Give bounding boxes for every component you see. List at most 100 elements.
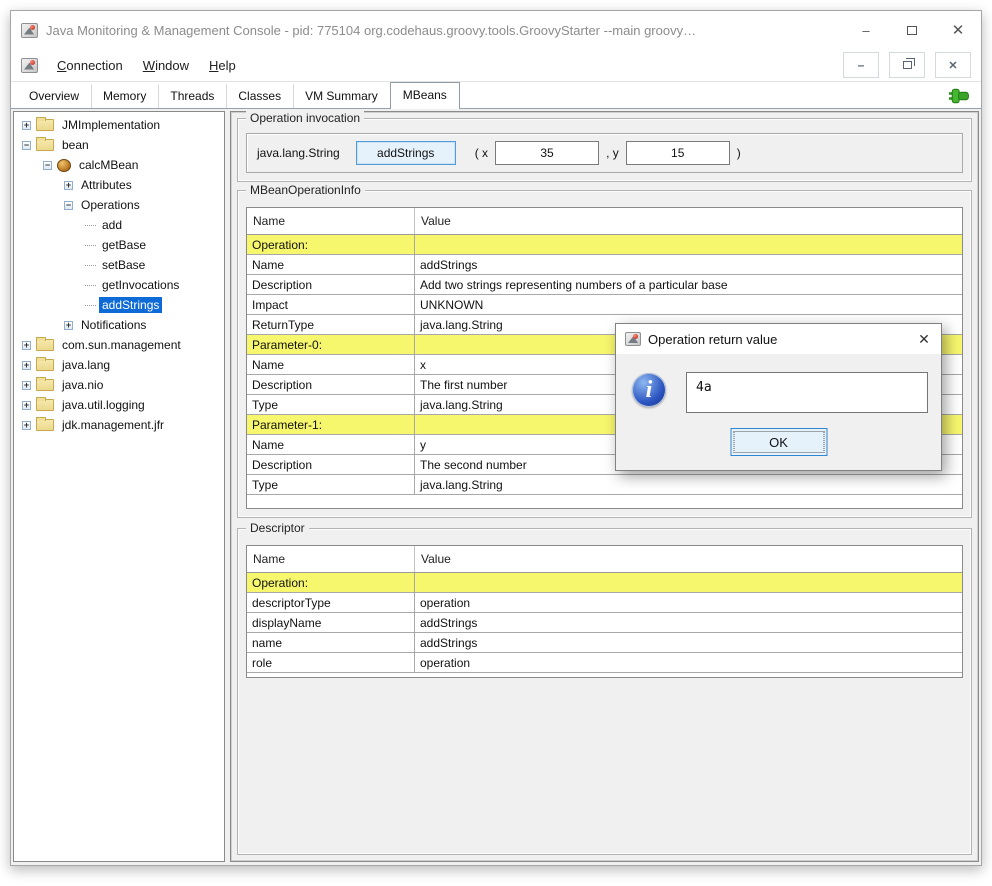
app-icon (21, 23, 38, 38)
column-header-name: Name (247, 546, 415, 572)
table-row[interactable]: nameaddStrings (247, 633, 962, 653)
frame-restore-button[interactable] (889, 52, 925, 78)
tab-threads[interactable]: Threads (158, 84, 226, 108)
cell-name: Description (247, 375, 415, 394)
expand-handle-icon[interactable]: + (22, 341, 31, 350)
tree-item-operations[interactable]: −Operations (14, 195, 224, 215)
collapse-handle-icon[interactable]: − (43, 161, 52, 170)
separator-label: , y (606, 146, 619, 160)
tree-connector-line (85, 285, 96, 286)
expand-handle-icon[interactable]: + (22, 381, 31, 390)
tree-item-calcmbean[interactable]: −calcMBean (14, 155, 224, 175)
tree-item-attributes[interactable]: + Attributes (14, 175, 224, 195)
mbean-detail-panel: Operation invocation java.lang.String ad… (230, 111, 979, 862)
cell-name: Type (247, 395, 415, 414)
tree-item-java-nio[interactable]: +java.nio (14, 375, 224, 395)
tab-overview[interactable]: Overview (17, 84, 91, 108)
tab-classes[interactable]: Classes (226, 84, 293, 108)
table-row[interactable]: DescriptionAdd two strings representing … (247, 275, 962, 295)
tree-item-getbase[interactable]: getBase (14, 235, 224, 255)
close-button[interactable]: ✕ (935, 11, 981, 49)
expand-handle-icon[interactable]: + (64, 181, 73, 190)
tab-vm-summary[interactable]: VM Summary (293, 84, 390, 108)
minimize-button[interactable]: – (843, 11, 889, 49)
tree-item-label: Notifications (78, 317, 149, 333)
expand-handle-icon[interactable]: + (64, 321, 73, 330)
tree-item-label: com.sun.management (59, 337, 184, 353)
tree-item-java-lang[interactable]: +java.lang (14, 355, 224, 375)
tree-item-bean[interactable]: −bean (14, 135, 224, 155)
table-row[interactable]: displayNameaddStrings (247, 613, 962, 633)
tree-item-addstrings[interactable]: addStrings (14, 295, 224, 315)
table-row[interactable]: Operation: (247, 235, 962, 255)
expand-handle-icon[interactable]: + (22, 421, 31, 430)
cell-value: addStrings (415, 613, 962, 632)
tree-item-jmimplementation[interactable]: +JMImplementation (14, 115, 224, 135)
frame-close-button[interactable]: ✕ (935, 52, 971, 78)
tree-item-label: jdk.management.jfr (59, 417, 167, 433)
menu-connection[interactable]: Connection (48, 54, 132, 77)
tree-connector-line (85, 225, 96, 226)
folder-icon (36, 379, 54, 391)
collapse-handle-icon[interactable]: − (22, 141, 31, 150)
table-row[interactable]: Operation: (247, 573, 962, 593)
cell-name: Parameter-1: (247, 415, 415, 434)
cell-name: Type (247, 475, 415, 494)
menu-items: ConnectionWindowHelp (48, 54, 245, 77)
maximize-button[interactable] (889, 11, 935, 49)
table-row[interactable]: roleoperation (247, 653, 962, 673)
tab-memory[interactable]: Memory (91, 84, 158, 108)
close-icon: ✕ (952, 21, 965, 39)
window-title: Java Monitoring & Management Console - p… (46, 23, 843, 38)
tree-item-setbase[interactable]: setBase (14, 255, 224, 275)
tree-item-jdk-management-jfr[interactable]: + jdk.management.jfr (14, 415, 224, 435)
close-paren-label: ) (737, 146, 741, 160)
param-x-input[interactable] (495, 141, 599, 165)
param-y-input[interactable] (626, 141, 730, 165)
cell-value: operation (415, 653, 962, 672)
frame-minimize-button[interactable]: – (843, 52, 879, 78)
collapse-handle-icon[interactable]: − (64, 201, 73, 210)
tree-item-label: Attributes (78, 177, 135, 193)
descriptor-group: Descriptor NameValueOperation:descriptor… (237, 528, 972, 855)
cell-name: Name (247, 255, 415, 274)
jconsole-window: Java Monitoring & Management Console - p… (10, 10, 982, 866)
tree-item-add[interactable]: add (14, 215, 224, 235)
tree-connector-line (85, 245, 96, 246)
cell-name: Name (247, 435, 415, 454)
table-row[interactable]: Typejava.lang.String (247, 475, 962, 495)
minimize-icon: – (862, 23, 869, 38)
result-value-field[interactable]: 4a (686, 372, 928, 413)
tree-item-getinvocations[interactable]: getInvocations (14, 275, 224, 295)
connected-plug-icon (949, 88, 969, 104)
column-header-value: Value (415, 214, 962, 228)
tree-item-com-sun-management[interactable]: + com.sun.management (14, 335, 224, 355)
menu-window[interactable]: Window (134, 54, 198, 77)
cell-name: displayName (247, 613, 415, 632)
cell-value: java.lang.String (415, 475, 962, 494)
operation-invocation-group-title: Operation invocation (246, 111, 364, 125)
table-row[interactable]: NameaddStrings (247, 255, 962, 275)
dialog-close-button[interactable]: ✕ (909, 324, 939, 354)
descriptor-group-title: Descriptor (246, 521, 309, 535)
dialog-app-icon (625, 332, 641, 346)
tab-mbeans[interactable]: MBeans (390, 82, 460, 109)
expand-handle-icon[interactable]: + (22, 401, 31, 410)
tree-item-label: add (99, 217, 125, 233)
title-bar: Java Monitoring & Management Console - p… (11, 11, 981, 49)
menu-help[interactable]: Help (200, 54, 245, 77)
descriptor-table: NameValueOperation:descriptorTypeoperati… (246, 545, 963, 678)
dialog-title: Operation return value (648, 332, 902, 347)
invoke-addstrings-button[interactable]: addStrings (356, 141, 456, 165)
table-row[interactable]: descriptorTypeoperation (247, 593, 962, 613)
tree-item-java-util-logging[interactable]: +java.util.logging (14, 395, 224, 415)
ok-button[interactable]: OK (730, 428, 827, 456)
tree-item-notifications[interactable]: + Notifications (14, 315, 224, 335)
operation-return-value-dialog: Operation return value ✕ i 4a OK (615, 323, 942, 471)
expand-handle-icon[interactable]: + (22, 121, 31, 130)
table-row[interactable]: ImpactUNKNOWN (247, 295, 962, 315)
expand-handle-icon[interactable]: + (22, 361, 31, 370)
tree-connector-line (85, 305, 96, 306)
table-header: NameValue (247, 546, 962, 573)
cell-name: Description (247, 455, 415, 474)
